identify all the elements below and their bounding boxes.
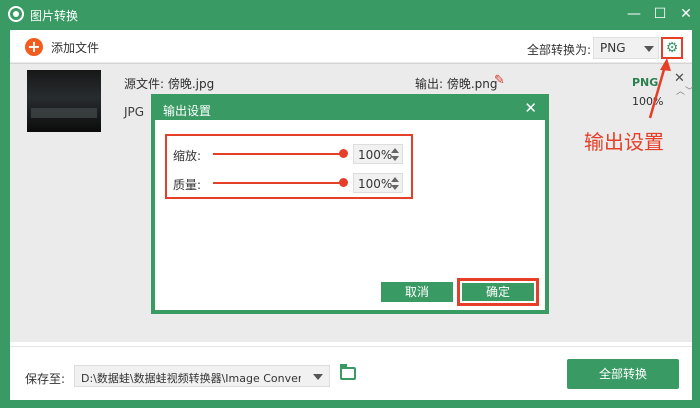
dialog-header: 输出设置 ✕ — [155, 98, 545, 120]
output-settings-dialog: 输出设置 ✕ 缩放: 100% 质量: 100% 取消 确定 — [151, 94, 549, 314]
quality-percent-value: 100% — [358, 177, 393, 191]
bottom-bar: 保存至: D:\数据蛙\数据蛙视频转换器\Image Converter 全部转… — [10, 346, 692, 400]
scale-percent-stepper[interactable]: 100% — [353, 144, 403, 164]
convert-all-button[interactable]: 全部转换 — [567, 359, 679, 389]
quality-slider-track[interactable] — [213, 182, 343, 184]
convert-all-to-label: 全部转换为: — [527, 43, 592, 57]
scale-percent-value: 100% — [358, 148, 393, 162]
close-icon[interactable]: ✕ — [524, 99, 537, 117]
quality-percent-stepper[interactable]: 100% — [353, 173, 403, 193]
chevron-down-icon[interactable] — [391, 185, 399, 190]
output-settings-button[interactable]: ⚙ — [661, 37, 683, 59]
add-files-button[interactable]: + 添加文件 — [25, 37, 99, 57]
folder-icon[interactable] — [340, 364, 356, 380]
plus-icon: + — [25, 38, 43, 56]
title-bar: 图片转换 — ☐ ✕ — [0, 0, 700, 28]
minimize-button[interactable]: — — [624, 4, 644, 24]
gear-icon: ⚙ — [665, 40, 679, 56]
chevron-up-icon[interactable] — [391, 148, 399, 153]
scale-label: 缩放: — [173, 149, 202, 163]
save-to-label: 保存至: — [25, 372, 66, 386]
settings-group: 缩放: 100% 质量: 100% — [165, 134, 413, 199]
chevron-down-icon — [313, 374, 323, 380]
cancel-button[interactable]: 取消 — [381, 282, 453, 302]
output-format-select[interactable]: PNG — [593, 37, 659, 59]
output-format-value: PNG — [600, 41, 626, 55]
app-logo-icon — [8, 6, 24, 22]
add-files-label: 添加文件 — [51, 40, 100, 55]
chevron-up-icon[interactable] — [391, 177, 399, 182]
window-title: 图片转换 — [30, 9, 79, 23]
toolbar: + 添加文件 全部转换为: PNG ⚙ — [10, 30, 692, 64]
quality-slider-handle[interactable] — [339, 178, 348, 187]
scale-setting-row: 缩放: 100% — [167, 140, 411, 168]
quality-setting-row: 质量: 100% — [167, 169, 411, 197]
save-path-select[interactable]: D:\数据蛙\数据蛙视频转换器\Image Converter — [74, 365, 330, 387]
ok-button[interactable]: 确定 — [462, 283, 534, 301]
quality-label: 质量: — [173, 178, 202, 192]
annotation-label: 输出设置 — [584, 130, 664, 154]
scale-slider-handle[interactable] — [339, 149, 348, 158]
dialog-footer: 取消 确定 — [155, 248, 545, 312]
save-path-value: D:\数据蛙\数据蛙视频转换器\Image Converter — [81, 372, 301, 385]
dialog-title: 输出设置 — [163, 104, 212, 118]
maximize-button[interactable]: ☐ — [650, 4, 670, 24]
close-window-button[interactable]: ✕ — [676, 4, 696, 24]
chevron-down-icon[interactable] — [391, 156, 399, 161]
ok-button-highlight: 确定 — [457, 278, 539, 306]
chevron-down-icon — [644, 46, 654, 52]
scale-slider-track[interactable] — [213, 153, 343, 155]
